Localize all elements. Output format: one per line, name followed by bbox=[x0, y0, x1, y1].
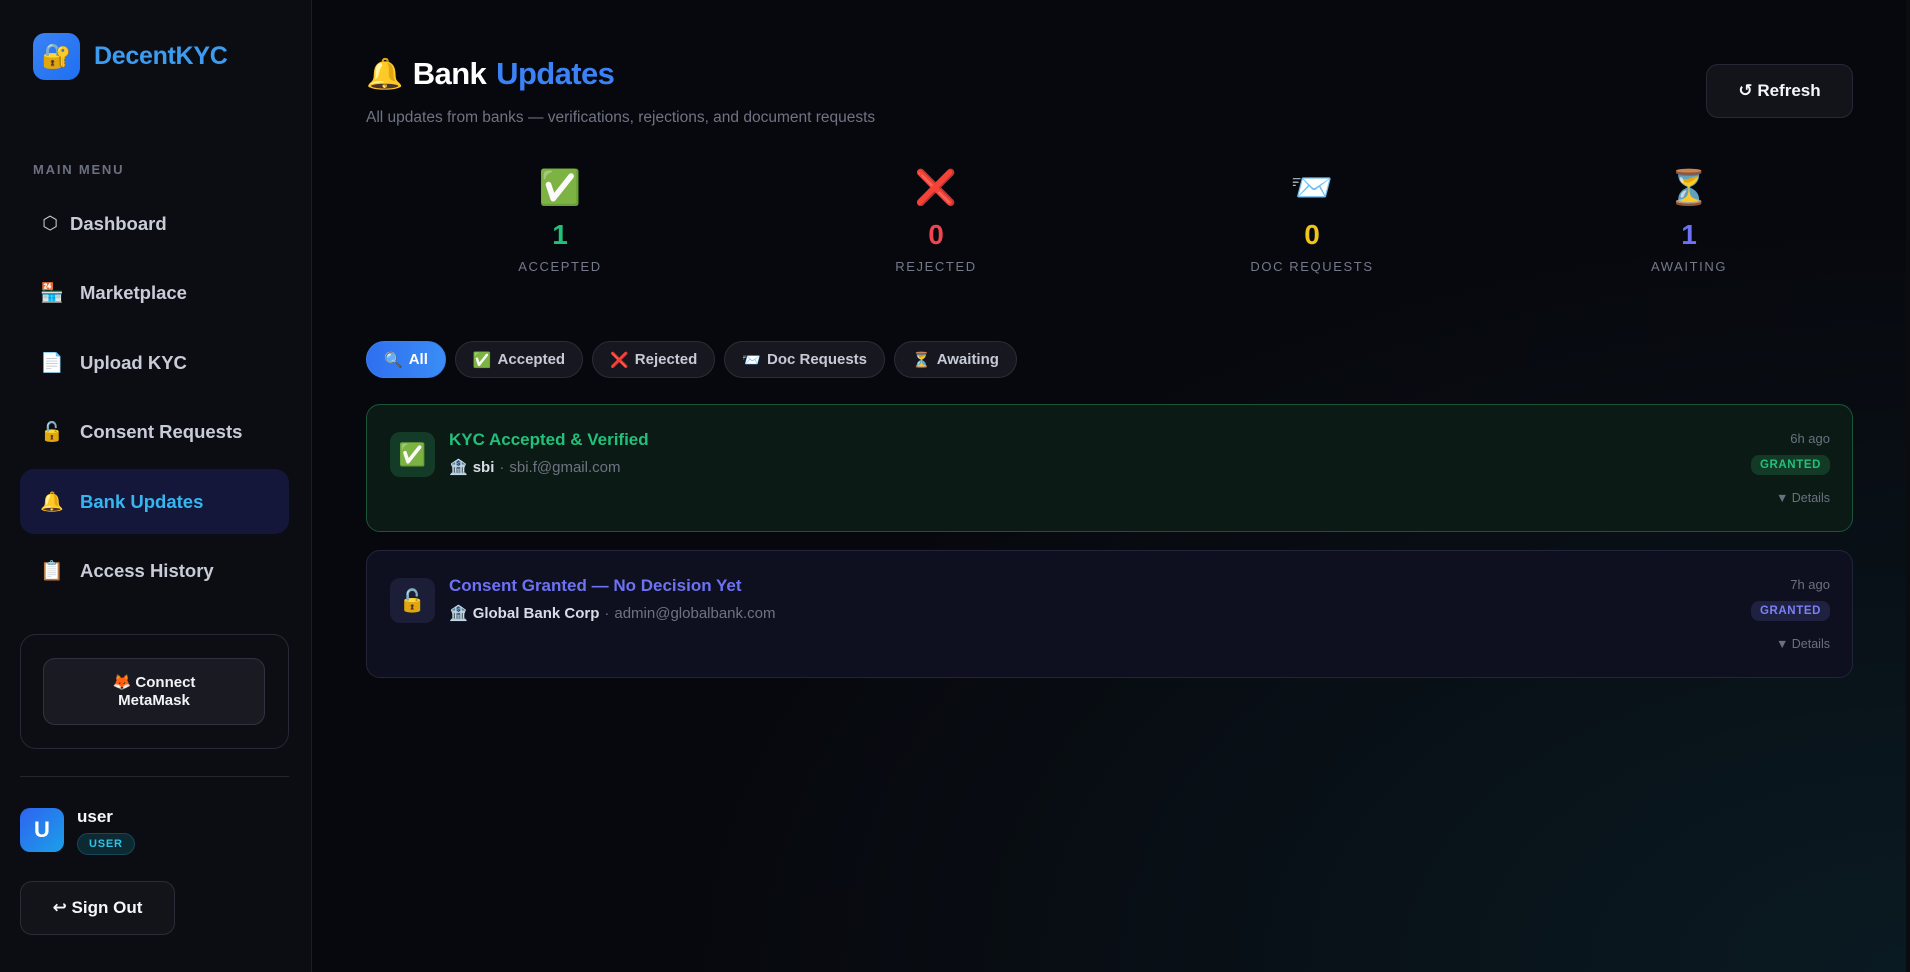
bell-icon: 🔔 bbox=[366, 57, 403, 91]
stat-value: 0 bbox=[1304, 219, 1320, 250]
cross-icon: ❌ bbox=[610, 351, 629, 369]
filter-awaiting[interactable]: ⏳ Awaiting bbox=[894, 341, 1017, 378]
app-name: DecentKYC bbox=[94, 42, 228, 70]
unlock-icon: 🔓 bbox=[390, 578, 435, 623]
sidebar: 🔐 DecentKYC MAIN MENU ⬡ Dashboard 🏪 Mark… bbox=[0, 0, 312, 972]
title-part-1: Bank bbox=[412, 56, 487, 91]
details-toggle[interactable]: ▼ Details bbox=[1776, 491, 1830, 505]
update-card[interactable]: ✅ KYC Accepted & Verified 🏦 sbi · sbi.f@… bbox=[366, 404, 1853, 532]
stat-accepted: ✅ 1 ACCEPTED bbox=[460, 165, 660, 274]
check-icon: ✅ bbox=[472, 351, 492, 369]
sidebar-item-label: Access History bbox=[80, 560, 214, 582]
clipboard-icon: 📋 bbox=[40, 561, 64, 583]
filter-rejected[interactable]: ❌ Rejected bbox=[592, 341, 716, 378]
refresh-button[interactable]: ↺ Refresh bbox=[1706, 64, 1853, 118]
sidebar-item-upload-kyc[interactable]: 📄 Upload KYC bbox=[20, 330, 289, 395]
bank-name: sbi bbox=[472, 458, 495, 476]
sidebar-item-label: Marketplace bbox=[80, 282, 187, 304]
hexagon-icon: ⬡ bbox=[42, 213, 58, 233]
store-icon: 🏪 bbox=[40, 283, 64, 305]
stat-label: ACCEPTED bbox=[518, 259, 602, 274]
stat-label: REJECTED bbox=[895, 259, 977, 274]
filter-tabs: 🔍 All ✅ Accepted ❌ Rejected 📨 Doc Reques… bbox=[366, 341, 1017, 378]
bank-email: sbi.f@gmail.com bbox=[509, 458, 621, 476]
update-time: 6h ago bbox=[1790, 431, 1830, 446]
stat-awaiting: ⏳ 1 AWAITING bbox=[1589, 165, 1789, 274]
lock-icon: 🔐 bbox=[33, 33, 80, 80]
bank-email: admin@globalbank.com bbox=[614, 604, 776, 622]
wallet-panel: 🦊 Connect MetaMask bbox=[20, 634, 289, 749]
sidebar-item-dashboard[interactable]: ⬡ Dashboard bbox=[20, 191, 289, 256]
brand[interactable]: 🔐 DecentKYC bbox=[33, 33, 228, 80]
envelope-icon: 📨 bbox=[742, 351, 761, 369]
user-name: user bbox=[77, 807, 113, 826]
filter-accepted[interactable]: ✅ Accepted bbox=[454, 341, 584, 378]
stat-doc-requests: 📨 0 DOC REQUESTS bbox=[1212, 165, 1412, 274]
sidebar-item-label: Bank Updates bbox=[80, 490, 204, 512]
stat-rejected: ❌ 0 REJECTED bbox=[836, 165, 1036, 274]
check-icon: ✅ bbox=[538, 169, 582, 207]
update-card[interactable]: 🔓 Consent Granted — No Decision Yet 🏦 Gl… bbox=[366, 550, 1853, 678]
sidebar-item-bank-updates[interactable]: 🔔 Bank Updates bbox=[20, 469, 289, 535]
update-title: Consent Granted — No Decision Yet bbox=[449, 576, 742, 595]
unlock-icon: 🔓 bbox=[40, 422, 64, 444]
stats-row: ✅ 1 ACCEPTED ❌ 0 REJECTED 📨 0 DOC REQUES… bbox=[366, 165, 1853, 285]
hourglass-icon: ⏳ bbox=[1667, 169, 1711, 207]
sidebar-item-consent-requests[interactable]: 🔓 Consent Requests bbox=[20, 400, 289, 465]
filter-label: Rejected bbox=[634, 351, 698, 368]
separator: · bbox=[499, 458, 505, 476]
separator: · bbox=[604, 604, 610, 622]
check-icon: ✅ bbox=[390, 432, 435, 477]
document-icon: 📄 bbox=[40, 352, 64, 374]
sidebar-item-label: Upload KYC bbox=[80, 351, 187, 373]
bank-name: Global Bank Corp bbox=[472, 604, 600, 622]
stat-value: 0 bbox=[928, 219, 944, 250]
bell-icon: 🔔 bbox=[40, 491, 64, 513]
bank-icon: 🏦 bbox=[449, 605, 468, 622]
page-title: 🔔 Bank Updates bbox=[366, 56, 615, 92]
envelope-icon: 📨 bbox=[1290, 169, 1334, 207]
filter-label: All bbox=[408, 351, 428, 368]
sidebar-item-label: Consent Requests bbox=[80, 421, 243, 443]
menu-label: MAIN MENU bbox=[33, 162, 125, 177]
bank-icon: 🏦 bbox=[449, 459, 468, 476]
status-badge: GRANTED bbox=[1750, 601, 1830, 621]
details-toggle[interactable]: ▼ Details bbox=[1776, 637, 1830, 651]
update-title: KYC Accepted & Verified bbox=[449, 430, 649, 449]
sign-out-button[interactable]: ↩ Sign Out bbox=[20, 881, 175, 935]
update-time: 7h ago bbox=[1790, 577, 1830, 592]
divider bbox=[20, 776, 289, 777]
cross-icon: ❌ bbox=[914, 169, 958, 207]
stat-value: 1 bbox=[552, 219, 568, 250]
hourglass-icon: ⏳ bbox=[912, 351, 931, 369]
user-card: U user USER bbox=[20, 807, 135, 855]
update-bank-info: 🏦 Global Bank Corp · admin@globalbank.co… bbox=[449, 604, 776, 623]
filter-label: Awaiting bbox=[936, 351, 999, 368]
update-bank-info: 🏦 sbi · sbi.f@gmail.com bbox=[449, 458, 621, 477]
filter-label: Accepted bbox=[497, 351, 566, 368]
main-content: 🔔 Bank Updates All updates from banks — … bbox=[313, 0, 1910, 972]
page-subtitle: All updates from banks — verifications, … bbox=[366, 109, 876, 126]
search-icon: 🔍 bbox=[384, 351, 403, 369]
role-badge: USER bbox=[77, 833, 135, 855]
status-badge: GRANTED bbox=[1750, 455, 1830, 475]
sidebar-nav: ⬡ Dashboard 🏪 Marketplace 📄 Upload KYC 🔓… bbox=[20, 191, 289, 609]
avatar: U bbox=[20, 808, 64, 852]
stat-label: DOC REQUESTS bbox=[1250, 259, 1374, 274]
stat-value: 1 bbox=[1681, 219, 1697, 250]
scrollbar[interactable] bbox=[1906, 0, 1910, 972]
sidebar-item-label: Dashboard bbox=[70, 212, 167, 234]
sidebar-item-marketplace[interactable]: 🏪 Marketplace bbox=[20, 261, 289, 326]
filter-doc-requests[interactable]: 📨 Doc Requests bbox=[724, 341, 886, 378]
sidebar-item-access-history[interactable]: 📋 Access History bbox=[20, 539, 289, 604]
filter-label: Doc Requests bbox=[766, 351, 868, 368]
filter-all[interactable]: 🔍 All bbox=[366, 341, 446, 378]
title-part-2: Updates bbox=[496, 56, 615, 91]
connect-metamask-button[interactable]: 🦊 Connect MetaMask bbox=[43, 658, 265, 725]
stat-label: AWAITING bbox=[1650, 259, 1728, 274]
